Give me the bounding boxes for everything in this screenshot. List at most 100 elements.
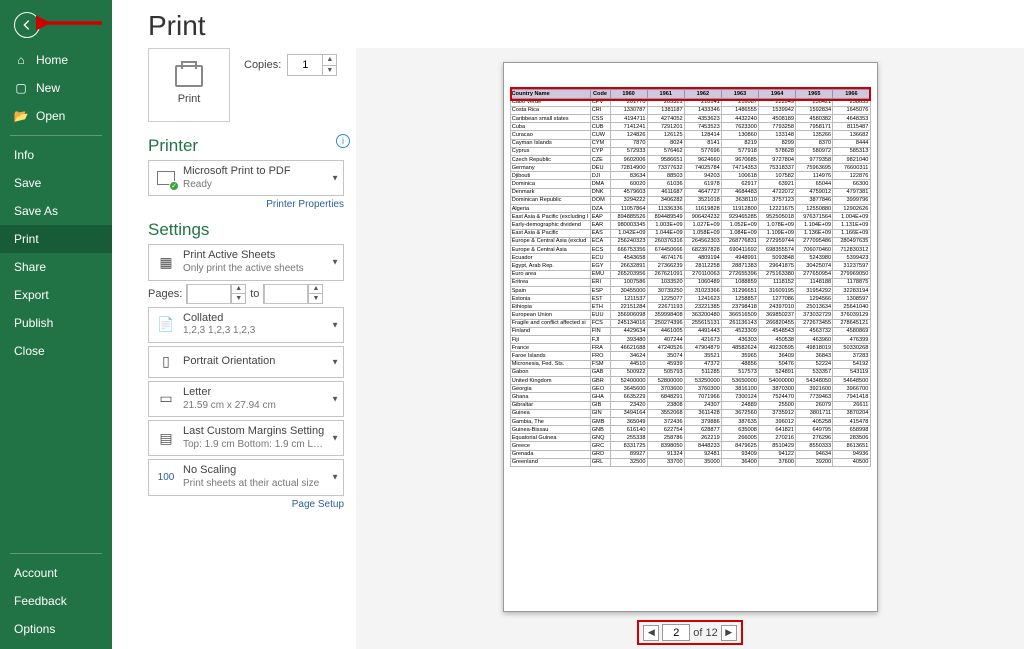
table-row: Egypt, Arab Rep.EGY266328912736623928112…: [510, 262, 870, 270]
sidebar-item-open[interactable]: 📂Open: [0, 102, 112, 130]
table-row: GermanyDEU728149007337763274025784747143…: [510, 164, 870, 172]
table-row: Guinea-BissauGNB616140622754628877635008…: [510, 426, 870, 434]
sidebar-item-options[interactable]: Options: [0, 615, 112, 643]
table-row: Faroe IslandsFRO346243507435521359653640…: [510, 352, 870, 360]
table-row: GibraltarGIB2342023808243072488925500260…: [510, 401, 870, 409]
sidebar-item-label: Open: [36, 109, 65, 123]
table-row: GabonGAB50092250579351128551757352489153…: [510, 368, 870, 376]
printer-properties-link[interactable]: Printer Properties: [148, 199, 344, 210]
table-row: DenmarkDNK457960346116874647727468448347…: [510, 188, 870, 196]
orientation-select[interactable]: ▯ Portrait Orientation ▼: [148, 346, 344, 378]
margins-select[interactable]: ▤ Last Custom Margins SettingTop: 1.9 cm…: [148, 420, 344, 456]
table-row: GuineaGIN3494164355206836114283672560373…: [510, 409, 870, 417]
table-row: Cayman IslandsCYM78708024814182198299837…: [510, 139, 870, 147]
sidebar-item-account[interactable]: Account: [0, 559, 112, 587]
table-row: GhanaGHA66352296848291707196673001247524…: [510, 393, 870, 401]
prev-page-button[interactable]: ◀: [643, 625, 659, 641]
table-row: GreenlandGRL3250033700350003640037600392…: [510, 458, 870, 466]
table-row: DjiboutiDJI83634885039420310061810758211…: [510, 172, 870, 180]
collation-select[interactable]: 📄 Collated1,2,3 1,2,3 1,2,3 ▼: [148, 307, 344, 343]
sidebar-item-label: Feedback: [14, 594, 67, 608]
printer-status: Ready: [183, 179, 291, 192]
pages-range-row: Pages: ▲▼ to ▲▼: [148, 284, 344, 304]
copies-down[interactable]: ▼: [323, 66, 336, 76]
sidebar-item-label: Info: [14, 148, 34, 162]
annotation-arrow: [36, 10, 106, 36]
table-row: EritreaERI100758610335201060489108885911…: [510, 278, 870, 286]
chevron-down-icon: ▼: [331, 174, 339, 183]
collated-icon: 📄: [155, 314, 177, 336]
sidebar-item-label: Home: [36, 53, 68, 67]
pages-from-input[interactable]: [187, 284, 231, 304]
back-button[interactable]: [14, 12, 40, 38]
next-page-button[interactable]: ▶: [721, 625, 737, 641]
page-icon: ▭: [155, 388, 177, 410]
sidebar-item-save[interactable]: Save: [0, 169, 112, 197]
table-row: Cabo VerdeCPV201770205321210141216087222…: [510, 98, 870, 106]
chevron-down-icon: ▼: [331, 258, 339, 267]
table-row: CyprusCYP5729335764625776965779185786285…: [510, 147, 870, 155]
printer-select[interactable]: ✓ Microsoft Print to PDFReady ▼: [148, 160, 344, 196]
table-row: Dominican RepublicDOM3294222340628235210…: [510, 196, 870, 204]
preview-page: Country NameCode196019611962196319641965…: [503, 62, 878, 612]
sidebar-item-info[interactable]: Info: [0, 141, 112, 169]
pages-to-input[interactable]: [264, 284, 308, 304]
sidebar-item-home[interactable]: ⌂ Home: [0, 46, 112, 74]
printer-info-icon[interactable]: i: [336, 134, 350, 148]
table-row: East Asia & Pacific (excluding IEAP89488…: [510, 213, 870, 221]
table-row: GeorgiaGEO364560037036003760300381610038…: [510, 385, 870, 393]
home-icon: ⌂: [14, 53, 28, 67]
table-row: Czech RepublicCZE96020069586651962466096…: [510, 155, 870, 163]
sidebar-item-new[interactable]: ▢New: [0, 74, 112, 102]
pages-to-label: to: [250, 288, 259, 300]
table-row: GreeceGRC8331725839805084482338479625851…: [510, 442, 870, 450]
table-row: FranceFRA4662168847240526479048794858262…: [510, 344, 870, 352]
printer-section-title: Printer i: [148, 136, 344, 156]
sidebar-item-label: Save: [14, 176, 41, 190]
table-row: CubaCUB714124172912017453523762330077932…: [510, 123, 870, 131]
print-scope-select[interactable]: ▦ Print Active SheetsOnly print the acti…: [148, 244, 344, 280]
printer-icon: [175, 65, 203, 87]
page-setup-link[interactable]: Page Setup: [148, 499, 344, 510]
sidebar-item-save-as[interactable]: Save As: [0, 197, 112, 225]
copies-up[interactable]: ▲: [323, 55, 336, 66]
table-row: Early-demographic dividendEAR9800033451.…: [510, 221, 870, 229]
pager-total: 12: [705, 627, 717, 639]
page-title: Print: [112, 0, 1024, 48]
sidebar-item-label: New: [36, 81, 60, 95]
paper-size-select[interactable]: ▭ Letter21.59 cm x 27.94 cm ▼: [148, 381, 344, 417]
margins-icon: ▤: [155, 427, 177, 449]
print-button-label: Print: [178, 93, 201, 105]
table-row: Europe & Central AsiaECS6667533566744506…: [510, 245, 870, 253]
sidebar-item-feedback[interactable]: Feedback: [0, 587, 112, 615]
sidebar-item-label: Save As: [14, 204, 58, 218]
copies-input[interactable]: [288, 55, 322, 75]
sidebar-item-publish[interactable]: Publish: [0, 309, 112, 337]
back-arrow-icon: [20, 18, 34, 32]
table-row: Equatorial GuineaGNQ25533825878626221926…: [510, 434, 870, 442]
sidebar-item-share[interactable]: Share: [0, 253, 112, 281]
table-row: Micronesia, Fed. Sts.FSM4451045939473724…: [510, 360, 870, 368]
print-preview-area: Country NameCode196019611962196319641965…: [356, 48, 1024, 649]
sidebar-item-close[interactable]: Close: [0, 337, 112, 365]
sidebar-item-print[interactable]: Print: [0, 225, 112, 253]
pages-label: Pages:: [148, 288, 182, 300]
current-page-input[interactable]: [662, 624, 690, 641]
copies-spinner[interactable]: ▲▼: [287, 54, 337, 76]
chevron-down-icon: ▼: [331, 434, 339, 443]
sidebar-item-label: Export: [14, 288, 49, 302]
sheets-icon: ▦: [155, 251, 177, 273]
table-row: Caribbean small statesCSS419471142740524…: [510, 114, 870, 122]
table-row: Costa RicaCRI133078713811871433346148655…: [510, 106, 870, 114]
sidebar-item-export[interactable]: Export: [0, 281, 112, 309]
print-settings-panel: Print Copies: ▲▼ Printer i ✓: [112, 48, 356, 649]
scaling-select[interactable]: 100 No ScalingPrint sheets at their actu…: [148, 459, 344, 495]
print-button[interactable]: Print: [148, 48, 230, 122]
sidebar-item-label: Close: [14, 344, 45, 358]
sidebar-item-label: Share: [14, 260, 46, 274]
backstage-sidebar: ⌂ Home ▢New 📂Open Info Save Save As Print…: [0, 0, 112, 649]
printer-name: Microsoft Print to PDF: [183, 165, 291, 179]
chevron-down-icon: ▼: [331, 473, 339, 482]
pager-of-label: of: [693, 627, 702, 639]
sidebar-item-label: Options: [14, 622, 55, 636]
